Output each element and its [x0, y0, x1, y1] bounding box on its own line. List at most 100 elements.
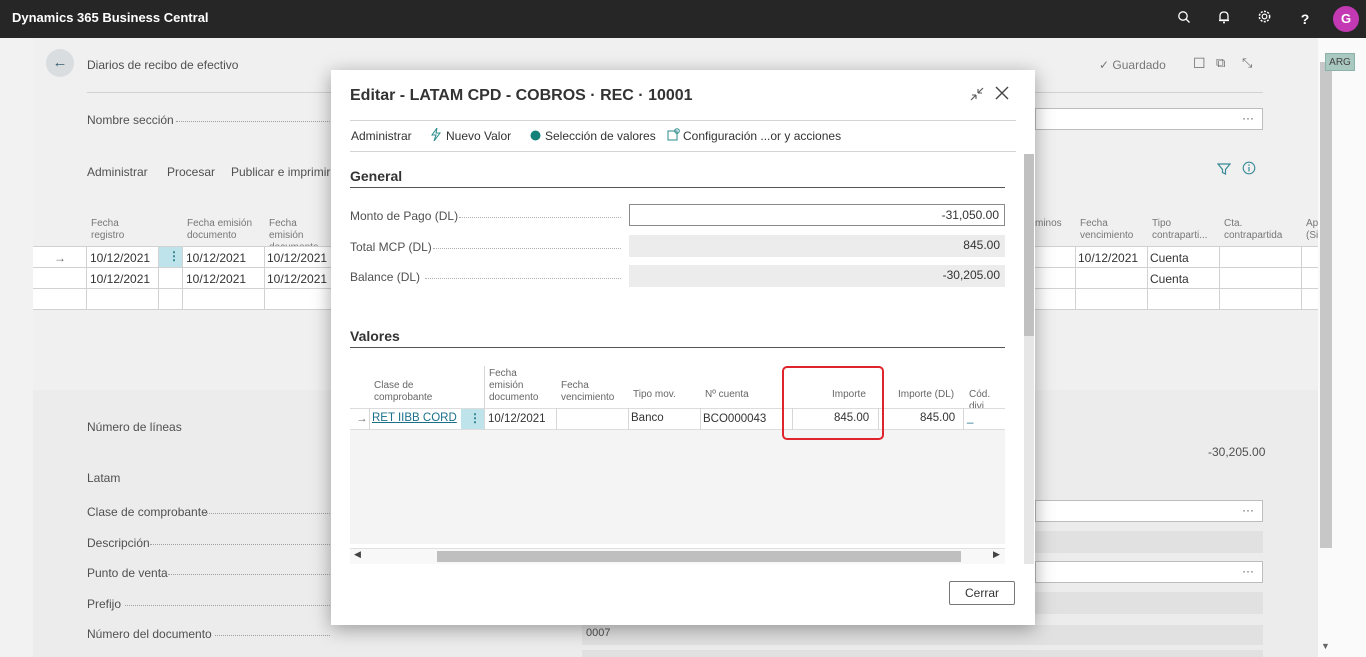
col-fecha-registro[interactable]: Fecha registro: [91, 218, 151, 242]
scroll-right-arrow-icon[interactable]: ▶: [993, 549, 1000, 560]
dots: [150, 544, 330, 545]
divider: [1075, 247, 1076, 309]
dots: [459, 217, 621, 218]
info-icon[interactable]: [1242, 161, 1256, 178]
col-cta-contrapartida[interactable]: Cta. contrapartida: [1224, 218, 1294, 242]
divider: [350, 347, 1005, 348]
row-2-fecha-emision[interactable]: 10/12/2021: [186, 272, 246, 286]
search-icon[interactable]: [1174, 9, 1194, 29]
row-1-fecha-vencimiento[interactable]: 10/12/2021: [1078, 251, 1138, 265]
action-seleccion-valores[interactable]: Selección de valores: [545, 129, 656, 143]
valores-section-title[interactable]: Valores: [350, 328, 400, 344]
col-importe-dl[interactable]: Importe (DL): [898, 389, 954, 401]
field-punto-venta-label: Punto de venta: [87, 566, 168, 580]
field-clase-comprobante-label: Clase de comprobante: [87, 505, 208, 519]
col-n-cuenta[interactable]: Nº cuenta: [705, 389, 749, 401]
action-configuracion[interactable]: Configuración ...or y acciones: [683, 129, 841, 143]
field-prefijo-label: Prefijo: [87, 597, 122, 611]
divider: [182, 247, 183, 309]
menu-publicar[interactable]: Publicar e imprimir: [231, 165, 330, 179]
collapse-icon[interactable]: ⤡: [1242, 55, 1252, 71]
row-2-tipo[interactable]: Cuenta: [1150, 272, 1189, 286]
dots: [425, 278, 621, 279]
row-menu-button[interactable]: ⋮: [159, 247, 182, 267]
dots: [433, 248, 621, 249]
section-name-label: Nombre sección: [87, 113, 174, 127]
monto-pago-input[interactable]: -31,050.00: [629, 204, 1005, 226]
row-2-fecha-emision-2[interactable]: 10/12/2021: [267, 272, 327, 286]
general-section-title[interactable]: General: [350, 168, 402, 184]
col-tipo-mov[interactable]: Tipo mov.: [633, 389, 676, 401]
app-title[interactable]: Dynamics 365 Business Central: [12, 10, 209, 25]
col-ap[interactable]: Ap (Si: [1306, 218, 1318, 242]
valores-hscroll-thumb[interactable]: [437, 551, 961, 562]
circle-icon: [530, 130, 541, 144]
lightning-icon: [431, 127, 441, 144]
dots: [202, 513, 330, 514]
cod-divisa-cell[interactable]: _: [967, 412, 973, 424]
row-1-fecha-emision-2[interactable]: 10/12/2021: [267, 251, 327, 265]
field-clase-comprobante[interactable]: ···: [1035, 500, 1263, 522]
dialog-scrollbar-thumb[interactable]: [1024, 154, 1034, 336]
scroll-left-arrow-icon[interactable]: ◀: [354, 549, 361, 560]
n-cuenta-cell[interactable]: BCO000043: [703, 413, 766, 425]
col-fecha-vencimiento[interactable]: Fecha vencimiento: [561, 380, 621, 404]
divider: [700, 408, 701, 430]
col-tipo-contrapartida[interactable]: Tipo contraparti...: [1152, 218, 1218, 242]
divider: [350, 120, 1016, 121]
col-fecha-vencimiento[interactable]: Fecha vencimiento: [1080, 218, 1142, 242]
divider: [963, 408, 964, 430]
col-fecha-emision[interactable]: Fecha emisión documento: [187, 218, 257, 242]
tipo-mov-cell[interactable]: Banco: [631, 412, 664, 424]
menu-procesar[interactable]: Procesar: [167, 165, 215, 179]
divider: [86, 247, 87, 309]
row-2-fecha-registro[interactable]: 10/12/2021: [90, 272, 150, 286]
divider: [264, 247, 265, 309]
fecha-emision-cell[interactable]: 10/12/2021: [488, 413, 546, 425]
edit-dialog: Editar - LATAM CPD - COBROS · REC · 1000…: [331, 70, 1035, 625]
back-button[interactable]: ←: [46, 49, 74, 77]
field-descripcion: [1035, 531, 1263, 553]
field-numero-documento-label: Número del documento: [87, 627, 212, 641]
field-prefijo: [1035, 592, 1263, 614]
avatar[interactable]: G: [1333, 6, 1359, 32]
bell-icon[interactable]: [1214, 9, 1234, 29]
field-punto-venta[interactable]: ···: [1035, 561, 1263, 583]
gear-icon[interactable]: [1254, 9, 1274, 29]
col-clase-comprobante[interactable]: Clase de comprobante: [374, 380, 454, 404]
row-arrow-icon: →: [356, 413, 368, 425]
action-administrar[interactable]: Administrar: [351, 129, 412, 143]
filter-icon[interactable]: [1216, 162, 1232, 179]
menu-administrar[interactable]: Administrar: [87, 165, 148, 179]
col-fecha-emision[interactable]: Fecha emisión documento: [489, 368, 551, 404]
collapse-icon[interactable]: [969, 86, 985, 105]
importe-dl-cell[interactable]: 845.00: [920, 412, 955, 424]
help-icon[interactable]: ?: [1295, 9, 1315, 29]
close-icon[interactable]: [994, 85, 1010, 104]
open-new-window-icon[interactable]: ⧉: [1216, 55, 1225, 71]
lines-count-label: Número de líneas: [87, 420, 182, 434]
dots: [176, 121, 336, 122]
page-scrollbar-thumb[interactable]: [1320, 62, 1332, 548]
divider: [350, 151, 1016, 152]
balance-value: -30,205.00: [629, 265, 1005, 287]
divider: [1301, 247, 1302, 309]
action-nuevo-valor[interactable]: Nuevo Valor: [446, 129, 511, 143]
country-badge: ARG: [1325, 53, 1355, 71]
close-button[interactable]: Cerrar: [949, 581, 1015, 605]
row-menu-button[interactable]: ⋮: [461, 409, 484, 429]
divider: [350, 187, 1005, 188]
section-name-field[interactable]: ···: [1035, 108, 1263, 130]
row-1-fecha-registro[interactable]: 10/12/2021: [90, 251, 150, 265]
divider: [556, 408, 557, 430]
divider: [369, 408, 370, 430]
row-1-tipo[interactable]: Cuenta: [1150, 251, 1189, 265]
saved-status: ✓ Guardado: [1099, 58, 1166, 72]
clase-comprobante-link[interactable]: RET IIBB CORD: [372, 412, 457, 424]
scroll-down-arrow-icon[interactable]: ▼: [1321, 641, 1330, 651]
col-terminos[interactable]: minos: [1035, 218, 1062, 230]
dots: [125, 605, 330, 606]
total-mcp-label: Total MCP (DL): [350, 240, 432, 254]
row-1-fecha-emision[interactable]: 10/12/2021: [186, 251, 246, 265]
bookmark-icon[interactable]: ☐: [1193, 55, 1206, 72]
